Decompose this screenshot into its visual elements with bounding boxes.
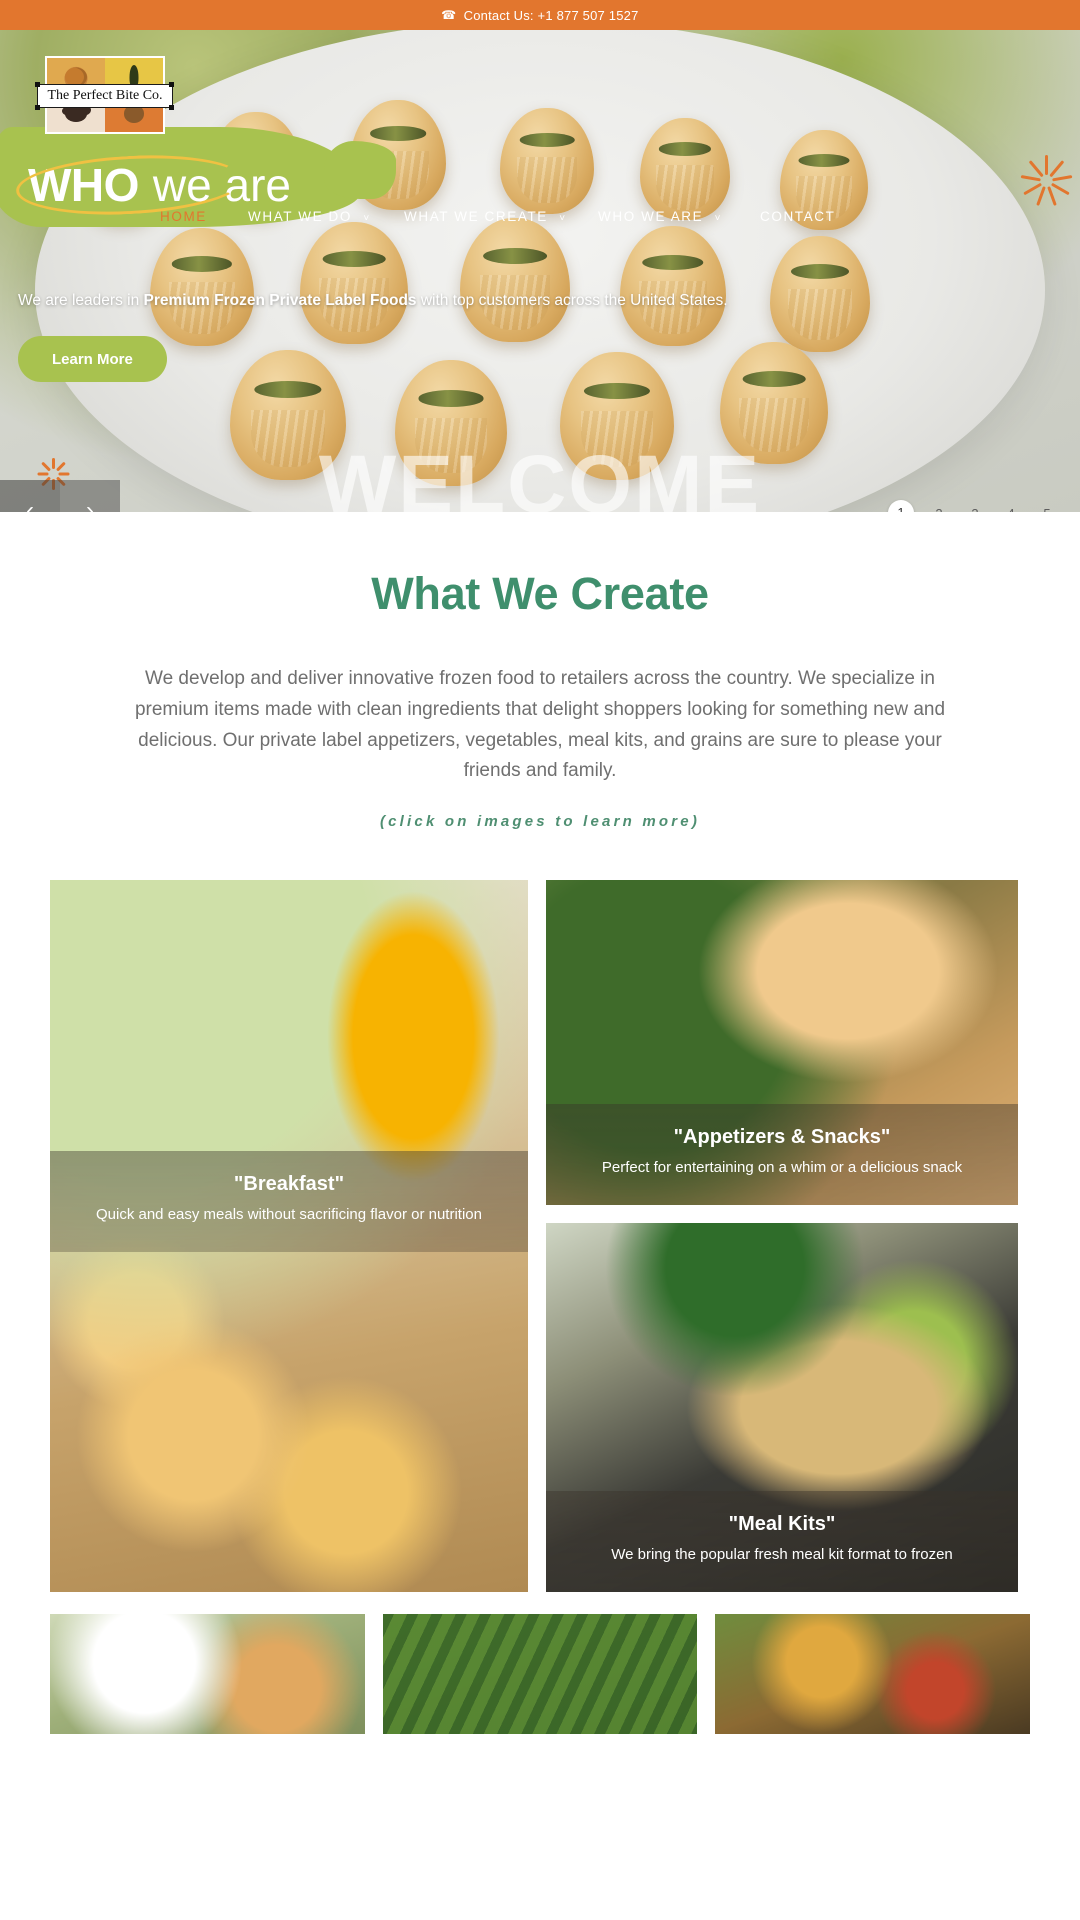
nav-link-what-we-do[interactable]: WHAT WE DO (248, 209, 352, 224)
card-title: "Breakfast" (233, 1172, 345, 1195)
category-card-grid: "Breakfast" Quick and easy meals without… (50, 880, 1030, 1593)
slider-next-button[interactable]: › (60, 480, 120, 512)
contact-bar: ☎ Contact Us: +1 877 507 1527 (0, 0, 1080, 30)
card-subtitle: We bring the popular fresh meal kit form… (611, 1545, 953, 1563)
hero-subtitle-pre: We are leaders in (18, 292, 144, 309)
nav-link-who-we-are[interactable]: WHO WE ARE (598, 209, 703, 224)
learn-more-button[interactable]: Learn More (18, 336, 167, 382)
slider-arrows: ‹ › (0, 480, 120, 512)
chevron-down-icon[interactable]: ˅ (715, 213, 722, 224)
card-column-left: "Breakfast" Quick and easy meals without… (50, 880, 528, 1593)
nav-link-what-we-create[interactable]: WHAT WE CREATE (404, 209, 548, 224)
nav-link-home[interactable]: HOME (160, 209, 207, 224)
nav-item-home[interactable]: HOME (160, 209, 207, 224)
section-note: (click on images to learn more) (379, 813, 701, 831)
card-image-vegetables-3 (715, 1614, 1031, 1735)
chevron-down-icon[interactable]: ˅ (363, 213, 370, 224)
chevron-down-icon[interactable]: ˅ (559, 213, 566, 224)
nav-item-what-we-do[interactable]: WHAT WE DO ˅ (248, 209, 371, 224)
card-column-right: "Appetizers & Snacks" Perfect for entert… (546, 880, 1018, 1593)
card-meal-kits[interactable]: "Meal Kits" We bring the popular fresh m… (546, 1223, 1018, 1593)
nav-item-who-we-are[interactable]: WHO WE ARE ˅ (598, 209, 722, 224)
card-title: "Appetizers & Snacks" (673, 1125, 891, 1148)
hero-subtitle: We are leaders in Premium Frozen Private… (18, 292, 728, 310)
card-caption-meal-kits: "Meal Kits" We bring the popular fresh m… (546, 1490, 1018, 1593)
card-vegetables-1[interactable] (50, 1614, 365, 1735)
card-image-vegetables-2 (382, 1614, 698, 1735)
main-navigation: HOME WHAT WE DO ˅ WHAT WE CREATE ˅ WHO W… (0, 198, 1080, 234)
chevron-right-icon: › (86, 497, 94, 512)
phone-icon: ☎ (441, 8, 457, 22)
nav-item-contact[interactable]: CONTACT (760, 209, 835, 224)
card-vegetables-3[interactable] (715, 1614, 1031, 1735)
slider-dot-3[interactable]: 3 (964, 506, 986, 513)
slider-pagination: 1 2 3 4 5 (888, 500, 1058, 512)
slider-dot-2[interactable]: 2 (928, 506, 950, 513)
hero-subtitle-bold: Premium Frozen Private Label Foods (143, 292, 417, 309)
hero-slider: The Perfect Bite Co. WHO we are HOME WHA… (0, 30, 1080, 512)
card-caption-breakfast: "Breakfast" Quick and easy meals without… (50, 1150, 528, 1253)
slider-dot-5[interactable]: 5 (1036, 506, 1058, 513)
nav-link-contact[interactable]: CONTACT (760, 209, 835, 224)
hero-subtitle-post: with top customers across the United Sta… (416, 292, 728, 309)
card-image-vegetables-1 (50, 1614, 365, 1735)
chevron-left-icon: ‹ (26, 497, 34, 512)
card-breakfast[interactable]: "Breakfast" Quick and easy meals without… (50, 880, 528, 1593)
section-body: We develop and deliver innovative frozen… (134, 668, 946, 782)
logo-wordmark: The Perfect Bite Co. (35, 82, 173, 110)
card-vegetables-2[interactable] (382, 1614, 698, 1735)
contact-bar-text[interactable]: Contact Us: +1 877 507 1527 (464, 8, 639, 23)
slider-dot-4[interactable]: 4 (1000, 506, 1022, 513)
card-appetizers[interactable]: "Appetizers & Snacks" Perfect for entert… (546, 880, 1018, 1206)
what-we-create-section: What We Create We develop and deliver in… (0, 512, 1080, 1735)
card-subtitle: Perfect for entertaining on a whim or a … (601, 1158, 963, 1176)
card-title: "Meal Kits" (728, 1512, 836, 1535)
site-logo[interactable]: The Perfect Bite Co. (35, 56, 173, 134)
nav-item-what-we-create[interactable]: WHAT WE CREATE ˅ (404, 209, 567, 224)
card-subtitle: Quick and easy meals without sacrificing… (95, 1205, 482, 1223)
card-caption-appetizers: "Appetizers & Snacks" Perfect for entert… (546, 1103, 1018, 1206)
slider-prev-button[interactable]: ‹ (0, 480, 60, 512)
secondary-card-row (50, 1614, 1031, 1735)
section-title: What We Create (371, 568, 709, 619)
slider-dot-1[interactable]: 1 (888, 500, 914, 512)
